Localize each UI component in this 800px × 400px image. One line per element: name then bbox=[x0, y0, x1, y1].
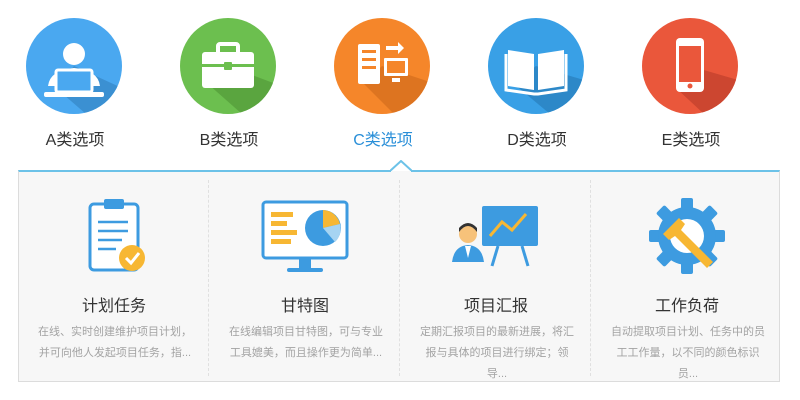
content-panel: 计划任务 在线、实时创建维护项目计划，并可向他人发起项目任务，指... 甘特图 … bbox=[18, 170, 780, 382]
card-description: 在线、实时创建维护项目计划，并可向他人发起项目任务，指... bbox=[38, 326, 192, 359]
card-workload[interactable]: 工作负荷 自动提取项目计划、任务中的员工工作量，以不同的颜色标识员... bbox=[592, 172, 782, 382]
category-tabs: A类选项 B类选项 C类选项 D类选项 E类选项 bbox=[0, 0, 800, 160]
card-title: 计划任务 bbox=[81, 298, 146, 315]
book-icon bbox=[488, 18, 584, 114]
clipboard-check-icon bbox=[64, 196, 164, 286]
tab-b[interactable]: B类选项 bbox=[154, 0, 304, 160]
divider bbox=[590, 180, 591, 376]
phone-icon bbox=[642, 18, 738, 114]
user-laptop-icon bbox=[26, 18, 122, 114]
card-title: 甘特图 bbox=[280, 298, 329, 315]
gear-wrench-icon bbox=[637, 196, 737, 286]
briefcase-icon bbox=[180, 18, 276, 114]
card-description: 在线编辑项目甘特图，可与专业工具媲美，而且操作更为简单... bbox=[229, 326, 383, 359]
divider bbox=[399, 180, 400, 376]
card-plan-task[interactable]: 计划任务 在线、实时创建维护项目计划，并可向他人发起项目任务，指... bbox=[19, 172, 209, 382]
tab-c[interactable]: C类选项 bbox=[308, 0, 458, 160]
gantt-monitor-icon bbox=[255, 196, 355, 286]
card-title: 项目汇报 bbox=[463, 298, 528, 315]
server-monitor-icon bbox=[334, 18, 430, 114]
tab-a[interactable]: A类选项 bbox=[0, 0, 150, 160]
card-title: 工作负荷 bbox=[654, 298, 719, 315]
tab-e[interactable]: E类选项 bbox=[616, 0, 766, 160]
tab-b-label: B类选项 bbox=[199, 132, 259, 149]
tab-a-label: A类选项 bbox=[45, 132, 105, 149]
divider bbox=[208, 180, 209, 376]
tab-d-label: D类选项 bbox=[507, 132, 567, 149]
card-report[interactable]: 项目汇报 定期汇报项目的最新进展，将汇报与具体的项目进行绑定；领导... bbox=[401, 172, 591, 382]
card-description: 定期汇报项目的最新进展，将汇报与具体的项目进行绑定；领导... bbox=[420, 326, 574, 380]
tab-c-label: C类选项 bbox=[353, 132, 413, 149]
card-gantt[interactable]: 甘特图 在线编辑项目甘特图，可与专业工具媲美，而且操作更为简单... bbox=[210, 172, 400, 382]
presentation-board-icon bbox=[446, 196, 546, 286]
tab-e-label: E类选项 bbox=[661, 132, 721, 149]
tab-d[interactable]: D类选项 bbox=[462, 0, 612, 160]
card-description: 自动提取项目计划、任务中的员工工作量，以不同的颜色标识员... bbox=[611, 326, 765, 380]
